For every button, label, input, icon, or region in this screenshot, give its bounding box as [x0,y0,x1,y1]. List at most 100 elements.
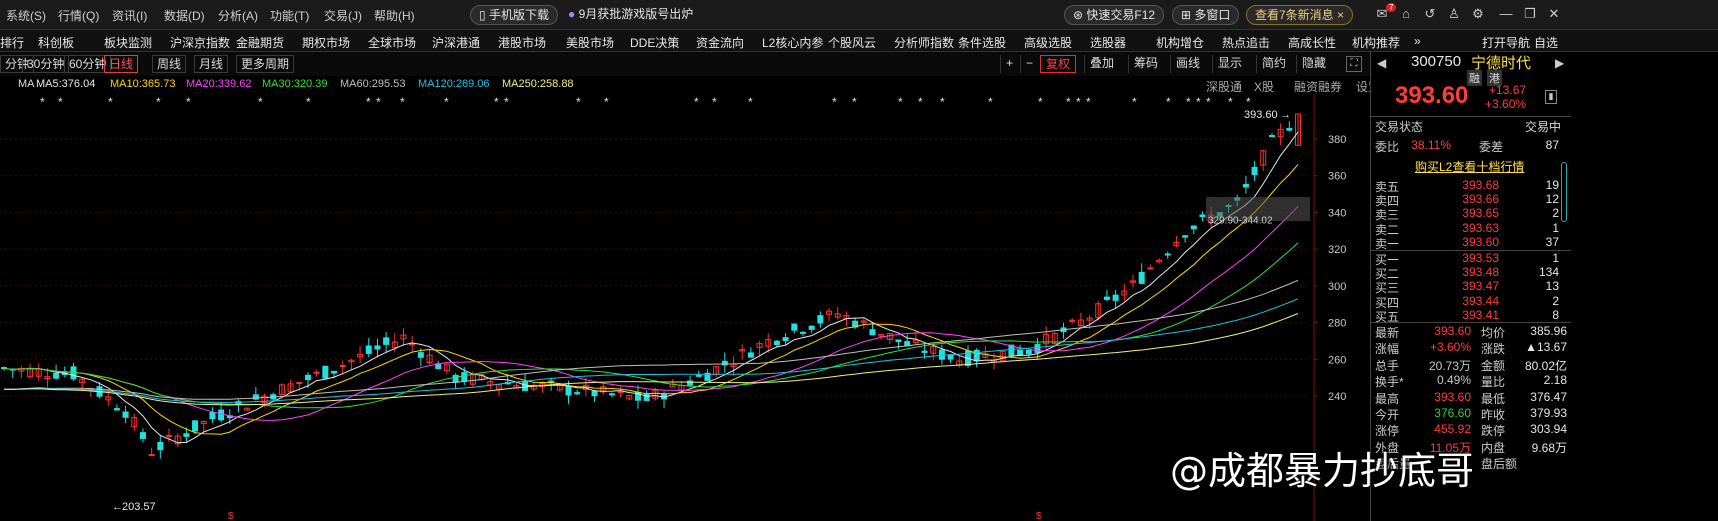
event-marker-icon: * [748,95,753,109]
nav-item-4[interactable]: 金融期货 [236,34,284,51]
mobile-download-button[interactable]: ▯ 手机版下载 [470,5,558,25]
stat-row: 最高 393.60 最低 376.47 [1375,389,1567,406]
nav-item-5[interactable]: 期权市场 [302,34,350,51]
low-price-label: 203.57 [122,501,156,513]
ma-line-20 [3,206,1299,421]
nav-item-0[interactable]: 排行 [0,34,24,51]
fullscreen-icon[interactable]: ⛶ [1346,56,1362,72]
chart-tool-1[interactable]: − [1020,55,1038,73]
stat-row: 涨停 455.92 跌停 303.94 [1375,422,1567,439]
menu-item-6[interactable]: 交易(J) [324,7,362,24]
candle-body [782,337,789,342]
menu-item-0[interactable]: 系统(S) [6,7,46,24]
nav-item-8[interactable]: 港股市场 [498,34,546,51]
nav-item-10[interactable]: DDE决策 [630,34,679,51]
close-window-icon[interactable]: ✕ [1546,6,1562,22]
event-marker-icon: * [576,95,581,109]
chart-tool-4[interactable]: 筹码 [1128,55,1163,73]
nav-item-12[interactable]: L2核心内参 [762,34,823,51]
news-button[interactable]: 查看7条新消息 × [1246,5,1354,25]
nav-item-14[interactable]: 分析师指数 [894,34,954,51]
candle-body [895,339,902,343]
home-icon[interactable]: ⌂ [1398,6,1414,22]
event-marker-icon: * [494,95,499,109]
event-marker-icon: * [1228,95,1233,109]
mail-badge: 7 [1386,3,1397,12]
chart-tool-0[interactable]: + [1000,55,1018,73]
nav-item-20[interactable]: 高成长性 [1288,34,1336,51]
chart-tool-7[interactable]: 简约 [1256,55,1291,73]
period-tab-3[interactable]: 日线 [104,55,139,73]
nav-item-21[interactable]: 机构推荐 [1352,34,1400,51]
nav-item-18[interactable]: 机构增仓 [1156,34,1204,51]
subtab-0[interactable]: 深股通 [1206,78,1242,95]
event-marker-icon: * [832,95,837,109]
candle-body [209,412,216,420]
ma-value-6: MA250:258.88 [502,78,574,90]
nav-item-6[interactable]: 全球市场 [368,34,416,51]
menu-item-7[interactable]: 帮助(H) [374,7,415,24]
menu-item-3[interactable]: 数据(D) [164,7,205,24]
nav-item-19[interactable]: 热点追击 [1222,34,1270,51]
open-nav-button[interactable]: 打开导航 [1482,34,1530,51]
shirt-icon[interactable]: ♙ [1446,6,1462,22]
period-tab-4[interactable]: 周线 [152,55,187,73]
period-tab-1[interactable]: 30分钟 [22,55,70,73]
back-icon[interactable]: ↺ [1422,6,1438,22]
candle-body [1199,214,1206,218]
subtab-1[interactable]: X股 [1254,78,1274,95]
nav-item-15[interactable]: 条件选股 [958,34,1006,51]
close-icon[interactable]: × [1337,8,1344,22]
minimize-icon[interactable]: — [1498,6,1514,22]
kline-chart[interactable]: 240 260 280 300 320 340 360 380 329.90-344.02 393… [0,94,1370,521]
ask-row[interactable]: 卖一 393.60 37 [1371,235,1571,251]
dividend-marker-icon: $ [1036,511,1042,521]
chart-tool-6[interactable]: 显示 [1212,55,1247,73]
next-stock-button[interactable]: ▶ [1555,56,1564,70]
nav-item-1[interactable]: 科创板 [38,34,74,51]
menu-item-1[interactable]: 行情(Q) [58,7,99,24]
candle-body [1251,166,1258,175]
menu-item-4[interactable]: 分析(A) [218,7,258,24]
nav-item-17[interactable]: 选股器 [1090,34,1126,51]
quick-trade-button[interactable]: ⊛ 快速交易F12 [1064,5,1165,25]
menu-item-5[interactable]: 功能(T) [270,7,309,24]
nav-item-9[interactable]: 美股市场 [566,34,614,51]
period-tab-5[interactable]: 月线 [194,55,229,73]
tag-margin: 融 [1467,70,1482,86]
multi-window-button[interactable]: ⊞ 多窗口 [1172,5,1240,25]
candle-body [869,329,876,336]
game-icon: ● [568,7,579,21]
event-marker-icon: * [108,95,113,109]
candle-body [1112,294,1119,301]
nav-item-3[interactable]: 沪深京指数 [170,34,230,51]
event-marker-icon: * [1246,95,1251,109]
nav-item-16[interactable]: 高级选股 [1024,34,1072,51]
nav-item-13[interactable]: 个股风云 [828,34,876,51]
subtab-2[interactable]: 融资融券 [1294,78,1342,95]
chart-tool-5[interactable]: 画线 [1170,55,1205,73]
candle-body [904,341,911,347]
prev-stock-button[interactable]: ◀ [1377,56,1386,70]
panel-scrollbar[interactable] [1561,162,1567,222]
nav-item-2[interactable]: 板块监测 [104,34,152,51]
period-toolbar: 分钟 30分钟 60分钟 日线 周线 月线 更多周期 + − 复权 叠加 筹码 画线 显示 简约 隐藏 ⛶ [0,52,1500,76]
chart-tool-2[interactable]: 复权 [1040,55,1077,73]
candle-body [374,345,381,350]
menu-item-2[interactable]: 资讯(I) [112,7,147,24]
restore-icon[interactable]: ❐ [1522,6,1538,22]
panel-toggle-icon[interactable]: ▮ [1545,90,1557,104]
settings-icon[interactable]: ⚙ [1470,6,1486,22]
nav-more-button[interactable]: » [1414,34,1421,48]
nav-item-11[interactable]: 资金流向 [696,34,744,51]
nav-favorites[interactable]: 自选 [1534,34,1558,51]
candle-body [218,409,225,421]
l2-quote-link[interactable]: 购买L2查看十档行情 [1415,158,1524,175]
nav-item-7[interactable]: 沪深港通 [432,34,480,51]
period-tab-6[interactable]: 更多周期 [236,55,295,73]
chart-tool-3[interactable]: 叠加 [1084,55,1119,73]
promo-banner[interactable]: ● 9月获批游戏版号出炉 [560,5,701,25]
chart-tool-8[interactable]: 隐藏 [1296,55,1331,73]
event-marker-icon: * [40,95,45,109]
candle-body [1147,267,1154,270]
